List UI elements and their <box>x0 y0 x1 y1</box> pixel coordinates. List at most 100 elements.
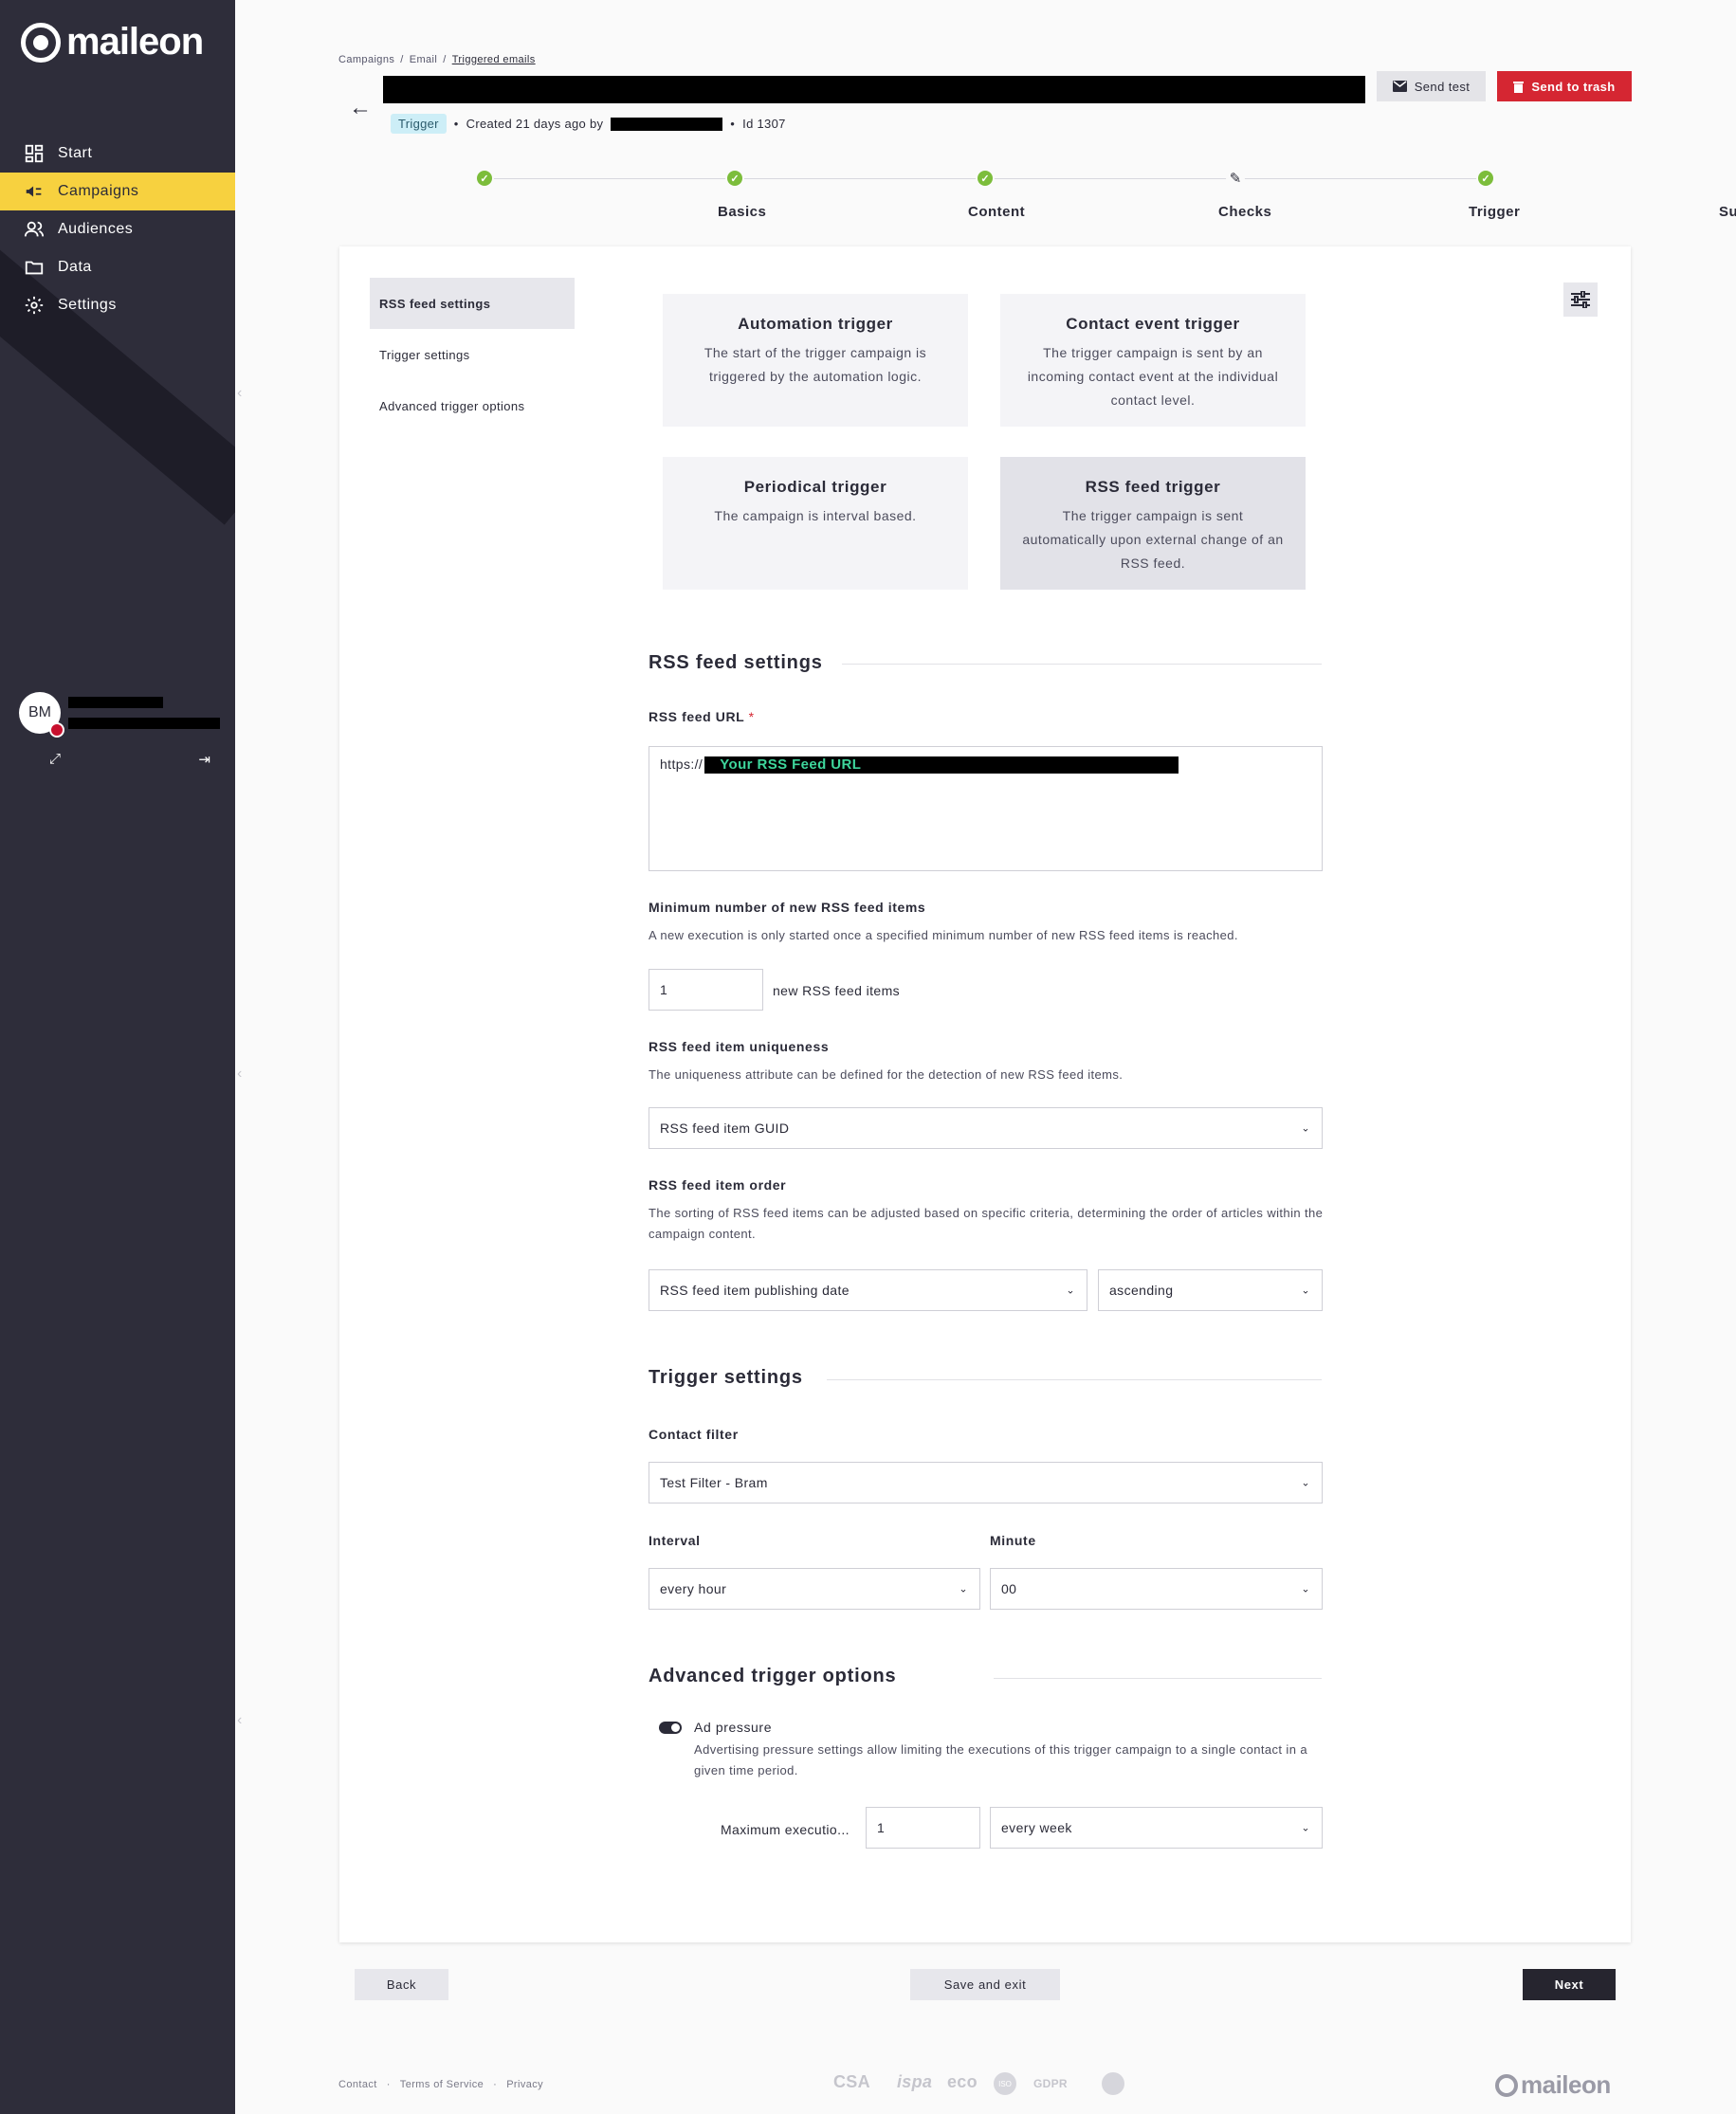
ad-pressure-hint: Advertising pressure settings allow limi… <box>694 1742 1307 1777</box>
step-label: Content <box>968 204 1026 220</box>
contact-filter-value: Test Filter - Bram <box>660 1475 768 1490</box>
chevron-down-icon: ⌄ <box>1301 1477 1310 1489</box>
logo-text: maileon <box>66 21 204 63</box>
chevron-left-icon[interactable]: ‹ <box>237 385 242 402</box>
filter-settings-button[interactable] <box>1563 282 1598 317</box>
nav-item-data[interactable]: Data <box>0 248 235 286</box>
creator-redacted <box>611 117 723 131</box>
avatar[interactable]: BM <box>19 692 64 738</box>
tile-title: RSS feed trigger <box>1085 478 1221 496</box>
send-to-trash-button[interactable]: Send to trash <box>1497 71 1632 101</box>
subnav-trigger-settings[interactable]: Trigger settings <box>370 329 575 380</box>
logo-mark-icon <box>1495 2073 1518 2097</box>
footer-logo-text: maileon <box>1521 2070 1611 2099</box>
step-label: Summary <box>1719 204 1736 220</box>
footer-maileon-logo: maileon <box>1495 2070 1611 2100</box>
save-and-exit-button[interactable]: Save and exit <box>910 1969 1060 2000</box>
uniqueness-select[interactable]: RSS feed item GUID ⌄ <box>649 1107 1323 1149</box>
step-label: Checks <box>1218 204 1272 220</box>
rss-url-label: RSS feed URL * <box>649 709 755 724</box>
min-items-label: Minimum number of new RSS feed items <box>649 900 926 915</box>
footer-separator: · <box>493 2079 498 2090</box>
interval-select[interactable]: every hour ⌄ <box>649 1568 980 1610</box>
tile-automation-trigger[interactable]: Automation trigger The start of the trig… <box>663 294 968 427</box>
contact-filter-select[interactable]: Test Filter - Bram ⌄ <box>649 1462 1323 1503</box>
step-label: Basics <box>718 204 767 220</box>
breadcrumb-email[interactable]: Email <box>410 54 438 65</box>
max-executions-input[interactable]: 1 <box>866 1807 980 1849</box>
min-items-input[interactable]: 1 <box>649 969 763 1011</box>
logout-icon[interactable]: ⇥ <box>198 751 210 768</box>
step-label: Trigger <box>1469 204 1521 220</box>
check-icon: ✓ <box>1478 171 1493 186</box>
tile-rss-feed-trigger[interactable]: RSS feed trigger The trigger campaign is… <box>1000 457 1306 590</box>
uk-flag-icon <box>49 722 64 738</box>
meta-separator: • <box>453 117 459 131</box>
nav-item-start[interactable]: Start <box>0 135 235 173</box>
campaign-id: Id 1307 <box>742 117 786 131</box>
user-name-redacted <box>68 697 163 708</box>
chevron-left-icon[interactable]: ‹ <box>237 1066 242 1083</box>
minute-select[interactable]: 00 ⌄ <box>990 1568 1323 1610</box>
ad-pressure-toggle[interactable] <box>659 1722 682 1734</box>
rss-url-prefix: https:// <box>660 756 704 772</box>
nav-item-campaigns[interactable]: Campaigns <box>0 173 235 210</box>
tile-contact-event-trigger[interactable]: Contact event trigger The trigger campai… <box>1000 294 1306 427</box>
chevron-left-icon[interactable]: ‹ <box>237 1712 242 1729</box>
eco-badge: eco <box>947 2072 978 2091</box>
rss-url-input[interactable]: https:// Your RSS Feed URL <box>649 746 1323 871</box>
breadcrumb-triggered-emails[interactable]: Triggered emails <box>452 54 536 65</box>
subnav-rss-feed-settings[interactable]: RSS feed settings <box>370 278 575 329</box>
nav-item-settings[interactable]: Settings <box>0 286 235 324</box>
maileon-logo[interactable]: maileon <box>21 21 204 64</box>
interval-value: every hour <box>660 1581 727 1596</box>
ad-pressure-period-select[interactable]: every week ⌄ <box>990 1807 1323 1849</box>
created-text: Created 21 days ago by <box>466 117 604 131</box>
uniqueness-label: RSS feed item uniqueness <box>649 1039 830 1054</box>
send-test-button[interactable]: Send test <box>1377 71 1486 101</box>
step-basics[interactable]: ✓ Basics <box>409 169 766 220</box>
back-button[interactable]: Back <box>355 1969 448 2000</box>
tile-title: Periodical trigger <box>743 478 887 496</box>
min-items-hint: A new execution is only started once a s… <box>649 928 1238 942</box>
section-subnav: RSS feed settings Trigger settings Advan… <box>370 278 575 431</box>
max-executions-label: Maximum executio... <box>721 1822 850 1837</box>
order-field-select[interactable]: RSS feed item publishing date ⌄ <box>649 1269 1087 1311</box>
back-arrow-icon[interactable]: ← <box>349 95 372 121</box>
minute-value: 00 <box>1001 1581 1017 1596</box>
next-button[interactable]: Next <box>1523 1969 1616 2000</box>
breadcrumb-separator: / <box>443 54 447 65</box>
footer-link-privacy[interactable]: Privacy <box>506 2079 543 2090</box>
type-tag: Trigger <box>391 114 447 134</box>
section-title-trigger: Trigger settings <box>649 1367 803 1388</box>
tile-title: Contact event trigger <box>1066 315 1240 333</box>
breadcrumb-campaigns[interactable]: Campaigns <box>338 54 394 65</box>
tile-description: The campaign is interval based. <box>714 508 917 523</box>
footer-link-terms[interactable]: Terms of Service <box>400 2079 484 2090</box>
sidebar: maileon Start Campaigns Audiences Data S… <box>0 0 235 2114</box>
nav-label: Data <box>58 259 92 275</box>
step-summary[interactable]: ✓ Summary <box>1410 169 1736 220</box>
section-divider <box>994 1678 1322 1679</box>
tile-periodical-trigger[interactable]: Periodical trigger The campaign is inter… <box>663 457 968 590</box>
collapse-sidebar-icon[interactable]: ⤢ <box>49 751 61 768</box>
step-checks[interactable]: ✓ Checks <box>909 169 1271 220</box>
people-icon <box>23 218 46 241</box>
step-content[interactable]: ✓ Content <box>659 169 1025 220</box>
order-hint: The sorting of RSS feed items can be adj… <box>649 1206 1324 1241</box>
subnav-advanced-trigger-options[interactable]: Advanced trigger options <box>370 380 575 431</box>
section-divider <box>827 1379 1322 1380</box>
folder-icon <box>23 256 46 279</box>
campaign-meta: Trigger • Created 21 days ago by • Id 13… <box>391 114 786 134</box>
tile-description: The start of the trigger campaign is tri… <box>704 345 927 384</box>
tile-description: The trigger campaign is sent automatical… <box>1022 508 1284 571</box>
chevron-down-icon: ⌄ <box>1066 1285 1075 1297</box>
step-trigger[interactable]: ✎ Trigger <box>1160 169 1520 220</box>
gear-icon <box>23 294 46 317</box>
footer-link-contact[interactable]: Contact <box>338 2079 377 2090</box>
seal-badge <box>1102 2072 1124 2095</box>
nav-item-audiences[interactable]: Audiences <box>0 210 235 248</box>
order-direction-select[interactable]: ascending ⌄ <box>1098 1269 1323 1311</box>
nav-label: Audiences <box>58 221 134 237</box>
gdpr-badge: GDPR <box>1033 2077 1068 2090</box>
